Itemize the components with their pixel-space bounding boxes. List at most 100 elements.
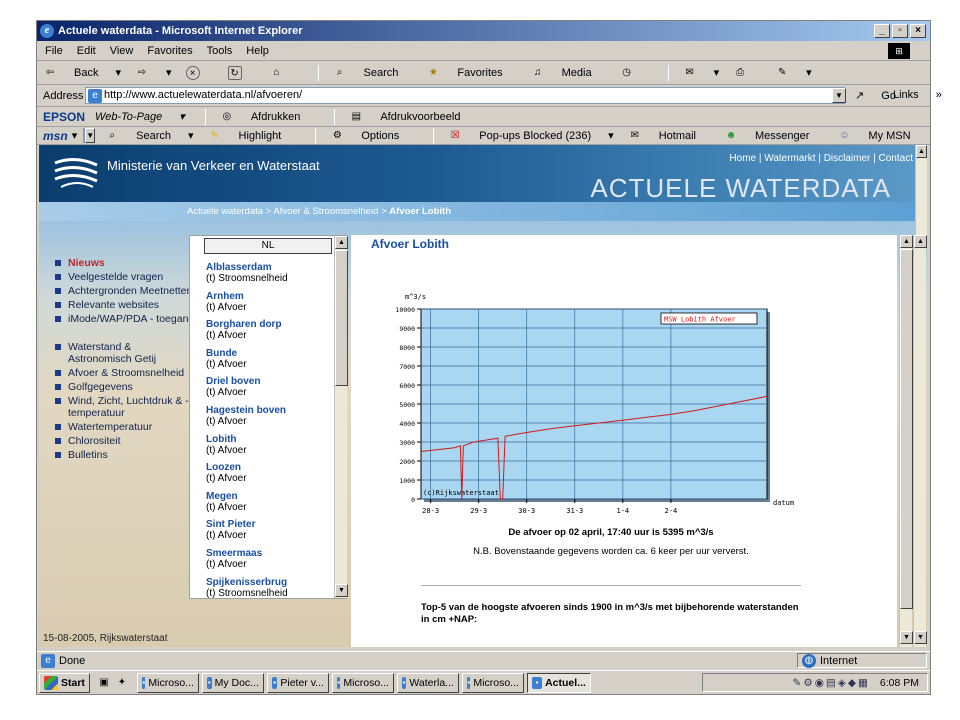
nav-item[interactable]: Golfgegevens bbox=[55, 381, 195, 393]
search-button[interactable]: ⌕ Search bbox=[333, 66, 413, 80]
station-item[interactable]: Driel boven (t) Afvoer bbox=[206, 376, 260, 398]
print-page-button[interactable]: ◎ Afdrukken bbox=[220, 110, 315, 124]
scroll-up-arrow-icon[interactable]: ▲ bbox=[914, 235, 927, 248]
scroll-thumb[interactable] bbox=[335, 250, 348, 386]
station-item[interactable]: Megen (t) Afvoer bbox=[206, 491, 247, 513]
close-button[interactable]: × bbox=[910, 24, 926, 38]
window-scrollbar[interactable]: ▲ bbox=[915, 145, 927, 235]
links-button[interactable]: Links » bbox=[893, 89, 942, 101]
mail-button[interactable]: ✉ ▾ bbox=[683, 66, 719, 80]
station-item[interactable]: Bunde (t) Afvoer bbox=[206, 348, 247, 370]
scroll-thumb[interactable] bbox=[900, 249, 913, 609]
messenger-button[interactable]: ☻ Messenger bbox=[724, 129, 823, 143]
favorites-button[interactable]: ★ Favorites bbox=[426, 66, 516, 80]
start-button[interactable]: Start bbox=[39, 672, 90, 693]
stop-button[interactable]: × bbox=[185, 65, 214, 80]
taskbar-button[interactable]: ▪ Pieter v... bbox=[266, 672, 329, 693]
taskbar-button[interactable]: ▪ My Doc... bbox=[201, 672, 264, 693]
menu-view[interactable]: View bbox=[110, 45, 134, 57]
station-name[interactable]: Hagestein boven bbox=[206, 405, 286, 416]
scroll-down-arrow-icon[interactable]: ▼ bbox=[900, 631, 913, 644]
address-dropdown-button[interactable]: ▼ bbox=[832, 88, 846, 103]
station-item[interactable]: Lobith (t) Afvoer bbox=[206, 434, 247, 456]
highlight-button[interactable]: ✎ Highlight bbox=[208, 129, 296, 143]
web-to-page-button[interactable]: Web-To-Page ▾ bbox=[95, 110, 185, 124]
station-name[interactable]: Bunde bbox=[206, 348, 247, 359]
copyright-label: (c)Rijkswaterstaat bbox=[423, 489, 499, 497]
scroll-up-arrow-icon[interactable]: ▲ bbox=[335, 236, 348, 249]
menu-tools[interactable]: Tools bbox=[207, 45, 233, 57]
menu-edit[interactable]: Edit bbox=[77, 45, 96, 57]
msn-menu-button[interactable]: ▾ bbox=[72, 129, 78, 142]
options-button[interactable]: ⚙ Options bbox=[330, 129, 413, 143]
menu-help[interactable]: Help bbox=[246, 45, 269, 57]
station-name[interactable]: Smeermaas bbox=[206, 548, 262, 559]
minimize-button[interactable]: _ bbox=[874, 24, 890, 38]
taskbar-button[interactable]: ▪ Actuel... bbox=[526, 672, 591, 693]
taskbar-button[interactable]: ▪ Waterla... bbox=[396, 672, 459, 693]
site-top-links[interactable]: Home | Watermarkt | Disclaimer | Contact bbox=[729, 153, 913, 164]
address-input[interactable]: e http://www.actuelewaterdata.nl/afvoere… bbox=[85, 87, 845, 104]
station-item[interactable]: Borgharen dorp (t) Afvoer bbox=[206, 319, 282, 341]
station-name[interactable]: Arnhem bbox=[206, 291, 247, 302]
msn-search-button[interactable]: ⌕ Search ▾ bbox=[105, 129, 193, 143]
station-name[interactable]: Driel boven bbox=[206, 376, 260, 387]
station-item[interactable]: Hagestein boven (t) Afvoer bbox=[206, 405, 286, 427]
nav-item[interactable]: Veelgestelde vragen bbox=[55, 271, 195, 283]
nav-item[interactable]: Afvoer & Stroomsnelheid bbox=[55, 367, 195, 379]
nav-item[interactable]: iMode/WAP/PDA - toegang bbox=[55, 313, 195, 325]
nav-item[interactable]: Wind, Zicht, Luchtdruk & -temperatuur bbox=[55, 395, 195, 419]
scroll-down-arrow-icon[interactable]: ▼ bbox=[335, 584, 348, 597]
scroll-up-arrow-icon[interactable]: ▲ bbox=[916, 145, 927, 158]
scroll-up-arrow-icon[interactable]: ▲ bbox=[900, 235, 913, 248]
nav-item[interactable]: Waterstand & Astronomisch Getij bbox=[55, 341, 195, 365]
station-name[interactable]: Alblasserdam bbox=[206, 262, 288, 273]
media-button[interactable]: ♫ Media bbox=[531, 66, 606, 80]
desktop-icon[interactable]: ▣ bbox=[97, 676, 111, 690]
station-item[interactable]: Smeermaas (t) Afvoer bbox=[206, 548, 262, 570]
maximize-button[interactable]: ▫ bbox=[892, 24, 908, 38]
station-name[interactable]: Lobith bbox=[206, 434, 247, 445]
station-item[interactable]: Loozen (t) Afvoer bbox=[206, 462, 247, 484]
my-msn-button[interactable]: ☺ My MSN bbox=[837, 129, 924, 143]
station-list-scrollbar[interactable]: ▲ ▼ bbox=[334, 236, 348, 598]
refresh-button[interactable]: ↻ bbox=[227, 65, 256, 80]
station-item[interactable]: Arnhem (t) Afvoer bbox=[206, 291, 247, 313]
station-list-header[interactable]: NL bbox=[204, 238, 332, 254]
scroll-down-arrow-icon[interactable]: ▼ bbox=[914, 631, 927, 644]
content-scrollbar[interactable]: ▲ ▼ bbox=[899, 235, 913, 647]
station-item[interactable]: Alblasserdam (t) Stroomsnelheid bbox=[206, 262, 288, 284]
print-button[interactable]: ⎙ bbox=[733, 66, 761, 80]
taskbar-button[interactable]: ▪ Microso... bbox=[331, 672, 394, 693]
station-name[interactable]: Loozen bbox=[206, 462, 247, 473]
station-name[interactable]: Spijkenisserbrug bbox=[206, 577, 288, 588]
nav-item[interactable]: Watertemperatuur bbox=[55, 421, 195, 433]
tray-icons[interactable]: ✎⚙◉▤◈◆▦ bbox=[793, 677, 870, 689]
menu-favorites[interactable]: Favorites bbox=[147, 45, 192, 57]
taskbar-button[interactable]: ▪ Microso... bbox=[461, 672, 524, 693]
station-name[interactable]: Megen bbox=[206, 491, 247, 502]
taskbar-button[interactable]: ▪ Microso... bbox=[136, 672, 199, 693]
nav-item[interactable]: Relevante websites bbox=[55, 299, 195, 311]
nav-item[interactable]: Bulletins bbox=[55, 449, 195, 461]
edit-button[interactable]: ✎ ▾ bbox=[775, 66, 812, 80]
quick-launch-icon[interactable]: ✦ bbox=[115, 676, 129, 690]
frame-scrollbar[interactable]: ▲ ▼ bbox=[913, 235, 927, 647]
forward-button[interactable]: ⇨ ▾ bbox=[135, 66, 172, 80]
nav-item[interactable]: Chlorositeit bbox=[55, 435, 195, 447]
station-item[interactable]: Sint Pieter (t) Afvoer bbox=[206, 519, 255, 541]
nav-item[interactable]: Achtergronden Meetnetten bbox=[55, 285, 195, 297]
print-preview-button[interactable]: ▤ Afdrukvoorbeeld bbox=[349, 110, 474, 124]
hotmail-button[interactable]: ✉ Hotmail bbox=[628, 129, 710, 143]
popups-blocked-button[interactable]: ☒ Pop-ups Blocked (236) ▾ bbox=[448, 129, 614, 143]
station-name[interactable]: Sint Pieter bbox=[206, 519, 255, 530]
back-button[interactable]: ⇦ Back ▾ bbox=[43, 66, 121, 80]
station-name[interactable]: Borgharen dorp bbox=[206, 319, 282, 330]
station-item[interactable]: Spijkenisserbrug (t) Stroomsnelheid bbox=[206, 577, 288, 599]
msn-search-dropdown[interactable]: ▼ bbox=[85, 128, 96, 143]
history-button[interactable]: ◷ bbox=[620, 66, 648, 80]
nav-item[interactable]: Nieuws bbox=[55, 257, 195, 269]
home-button[interactable]: ⌂ bbox=[270, 66, 298, 80]
menu-file[interactable]: File bbox=[45, 45, 63, 57]
breadcrumb-path[interactable]: Actuele waterdata > Afvoer & Stroomsnelh… bbox=[187, 206, 389, 217]
